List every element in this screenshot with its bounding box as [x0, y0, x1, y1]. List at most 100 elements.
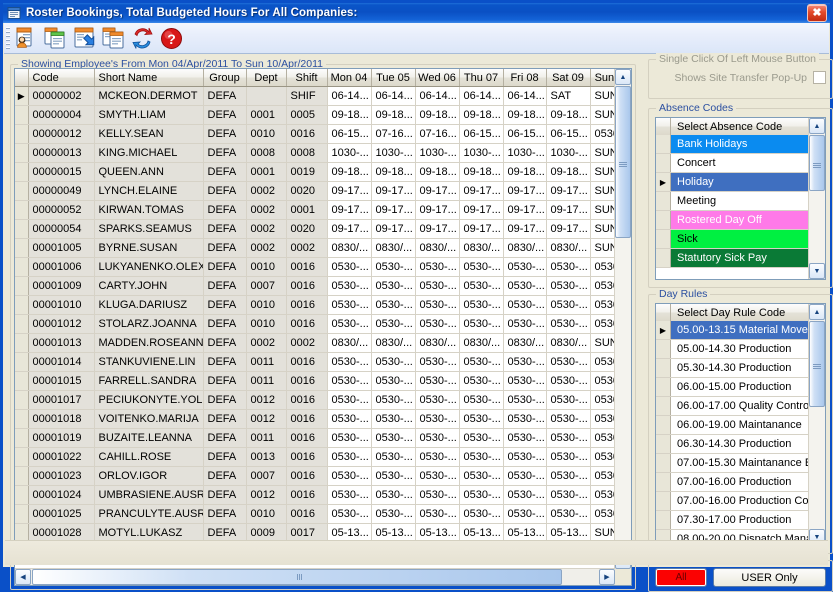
cell-day-6[interactable]: 0530-...	[590, 409, 615, 429]
table-row[interactable]: 00000012 KELLY.SEAN DEFA 0010 0016 06-15... 07…	[15, 124, 615, 144]
col-header-tue[interactable]: Tue 05	[371, 69, 416, 87]
cell-day-6[interactable]: 0530-...	[590, 276, 615, 296]
cell-day-6[interactable]: SUN	[590, 219, 615, 239]
cell-day-5[interactable]: 0530-...	[546, 485, 591, 505]
roster-grid[interactable]: Code Short Name Group Dept Shift Mon 04 …	[14, 68, 632, 586]
cell-day-6[interactable]: SUN	[590, 162, 615, 182]
cell-day-5[interactable]: 06-15...	[546, 124, 591, 144]
list-item[interactable]: ▶05.00-13.15 Material Moveme...	[656, 321, 809, 340]
scroll-right-icon[interactable]: ▶	[599, 569, 615, 585]
cell-day-6[interactable]: 0530-...	[590, 485, 615, 505]
cell-day-6[interactable]: 0530-...	[590, 314, 615, 334]
col-header-fri[interactable]: Fri 08	[503, 69, 547, 87]
table-row[interactable]: 00001024 UMBRASIENE.AUSR DEFA 0012 0016 0530-…	[15, 485, 615, 505]
cell-day-0[interactable]: 1030-...	[327, 143, 372, 163]
cell-day-6[interactable]: SUN	[590, 86, 615, 106]
cell-day-4[interactable]: 0530-...	[503, 466, 547, 486]
grid-vscroll-thumb[interactable]	[615, 86, 631, 238]
list-item[interactable]: 06.30-14.30 Production	[656, 435, 809, 454]
cell-day-0[interactable]: 0830/...	[327, 333, 372, 353]
cell-day-1[interactable]: 0530-...	[371, 371, 416, 391]
col-header-mon[interactable]: Mon 04	[327, 69, 372, 87]
cell-day-0[interactable]: 09-17...	[327, 200, 372, 220]
cell-day-2[interactable]: 0530-...	[415, 276, 460, 296]
cell-day-0[interactable]: 0530-...	[327, 371, 372, 391]
cell-day-5[interactable]: 0530-...	[546, 371, 591, 391]
cell-day-2[interactable]: 0530-...	[415, 257, 460, 277]
cell-day-5[interactable]: 0530-...	[546, 390, 591, 410]
cell-day-4[interactable]: 06-14...	[503, 86, 547, 106]
cell-day-4[interactable]: 09-17...	[503, 200, 547, 220]
list-item[interactable]: Bank Holidays	[656, 135, 809, 154]
cell-day-0[interactable]: 06-14...	[327, 86, 372, 106]
cell-day-1[interactable]: 0530-...	[371, 257, 416, 277]
cell-day-2[interactable]: 0530-...	[415, 409, 460, 429]
cell-day-3[interactable]: 0830/...	[459, 238, 504, 258]
col-header-thu[interactable]: Thu 07	[459, 69, 504, 87]
employee-details-icon[interactable]	[13, 25, 40, 52]
col-header-code[interactable]: Code	[28, 69, 95, 87]
list-item[interactable]: 06.00-17.00 Quality Control	[656, 397, 809, 416]
cell-day-1[interactable]: 0830/...	[371, 238, 416, 258]
cell-day-0[interactable]: 0530-...	[327, 390, 372, 410]
cell-day-3[interactable]: 0530-...	[459, 409, 504, 429]
cell-day-2[interactable]: 0530-...	[415, 390, 460, 410]
cell-day-3[interactable]: 06-15...	[459, 124, 504, 144]
cell-day-2[interactable]: 09-18...	[415, 105, 460, 125]
list-item[interactable]: 05.00-14.30 Production	[656, 340, 809, 359]
cell-day-1[interactable]: 0530-...	[371, 428, 416, 448]
table-row[interactable]: 00001009 CARTY.JOHN DEFA 0007 0016 0530-... 05…	[15, 276, 615, 296]
table-row[interactable]: 00001018 VOITENKO.MARIJA DEFA 0012 0016 0530-…	[15, 409, 615, 429]
cell-day-3[interactable]: 09-18...	[459, 105, 504, 125]
cell-day-4[interactable]: 0530-...	[503, 295, 547, 315]
cell-day-6[interactable]: 0530-...	[590, 295, 615, 315]
cell-day-3[interactable]: 09-17...	[459, 200, 504, 220]
cell-day-3[interactable]: 0530-...	[459, 314, 504, 334]
list-item[interactable]: 05.30-14.30 Production	[656, 359, 809, 378]
cell-day-5[interactable]: 0530-...	[546, 295, 591, 315]
cell-day-4[interactable]: 0530-...	[503, 314, 547, 334]
cell-day-6[interactable]: 0530-...	[590, 428, 615, 448]
cell-day-3[interactable]: 0530-...	[459, 504, 504, 524]
cell-day-4[interactable]: 0530-...	[503, 485, 547, 505]
cell-day-2[interactable]: 0530-...	[415, 314, 460, 334]
cell-day-6[interactable]: SUN	[590, 105, 615, 125]
cell-day-4[interactable]: 0530-...	[503, 428, 547, 448]
cell-day-4[interactable]: 0530-...	[503, 409, 547, 429]
cell-day-4[interactable]: 09-17...	[503, 181, 547, 201]
cell-day-6[interactable]: 0530-...	[590, 124, 615, 144]
table-row[interactable]: 00000015 QUEEN.ANN DEFA 0001 0019 09-18... 09-…	[15, 162, 615, 182]
cell-day-5[interactable]: 09-17...	[546, 181, 591, 201]
col-header-shift[interactable]: Shift	[286, 69, 328, 87]
cell-day-6[interactable]: 0530-...	[590, 257, 615, 277]
cell-day-5[interactable]: 0830/...	[546, 333, 591, 353]
col-header-wed[interactable]: Wed 06	[415, 69, 460, 87]
cell-day-4[interactable]: 0530-...	[503, 276, 547, 296]
cell-day-2[interactable]: 09-18...	[415, 162, 460, 182]
cell-day-2[interactable]: 07-16...	[415, 124, 460, 144]
grid-vertical-scrollbar[interactable]: ▲ ▼	[614, 69, 631, 569]
cell-day-1[interactable]: 0830/...	[371, 333, 416, 353]
cell-day-2[interactable]: 09-17...	[415, 200, 460, 220]
cell-day-1[interactable]: 0530-...	[371, 352, 416, 372]
cell-day-3[interactable]: 0530-...	[459, 466, 504, 486]
cell-day-1[interactable]: 09-18...	[371, 105, 416, 125]
cell-day-1[interactable]: 09-17...	[371, 219, 416, 239]
cell-day-6[interactable]: 0530-...	[590, 352, 615, 372]
scroll-up-icon[interactable]: ▲	[615, 69, 631, 85]
day-rules-scroll-up-icon[interactable]: ▲	[809, 304, 825, 320]
table-row[interactable]: 00000054 SPARKS.SEAMUS DEFA 0002 0020 09-17..…	[15, 219, 615, 239]
cell-day-2[interactable]: 09-17...	[415, 219, 460, 239]
day-rules-list[interactable]: Select Day Rule Code ▲ ▶05.00-13.15 Mate…	[655, 303, 826, 546]
table-row[interactable]: 00000049 LYNCH.ELAINE DEFA 0002 0020 09-17...…	[15, 181, 615, 201]
cell-day-3[interactable]: 1030-...	[459, 143, 504, 163]
cell-day-1[interactable]: 09-17...	[371, 200, 416, 220]
cell-day-5[interactable]: 0530-...	[546, 352, 591, 372]
cell-day-4[interactable]: 0530-...	[503, 352, 547, 372]
cell-day-4[interactable]: 09-18...	[503, 162, 547, 182]
table-row[interactable]: 00001022 CAHILL.ROSE DEFA 0013 0016 0530-... 0…	[15, 447, 615, 467]
table-row[interactable]: 00001025 PRANCULYTE.AUSR DEFA 0010 0016 0530-…	[15, 504, 615, 524]
cell-day-3[interactable]: 09-17...	[459, 219, 504, 239]
cell-day-1[interactable]: 09-17...	[371, 181, 416, 201]
site-transfer-checkbox[interactable]	[813, 71, 826, 84]
